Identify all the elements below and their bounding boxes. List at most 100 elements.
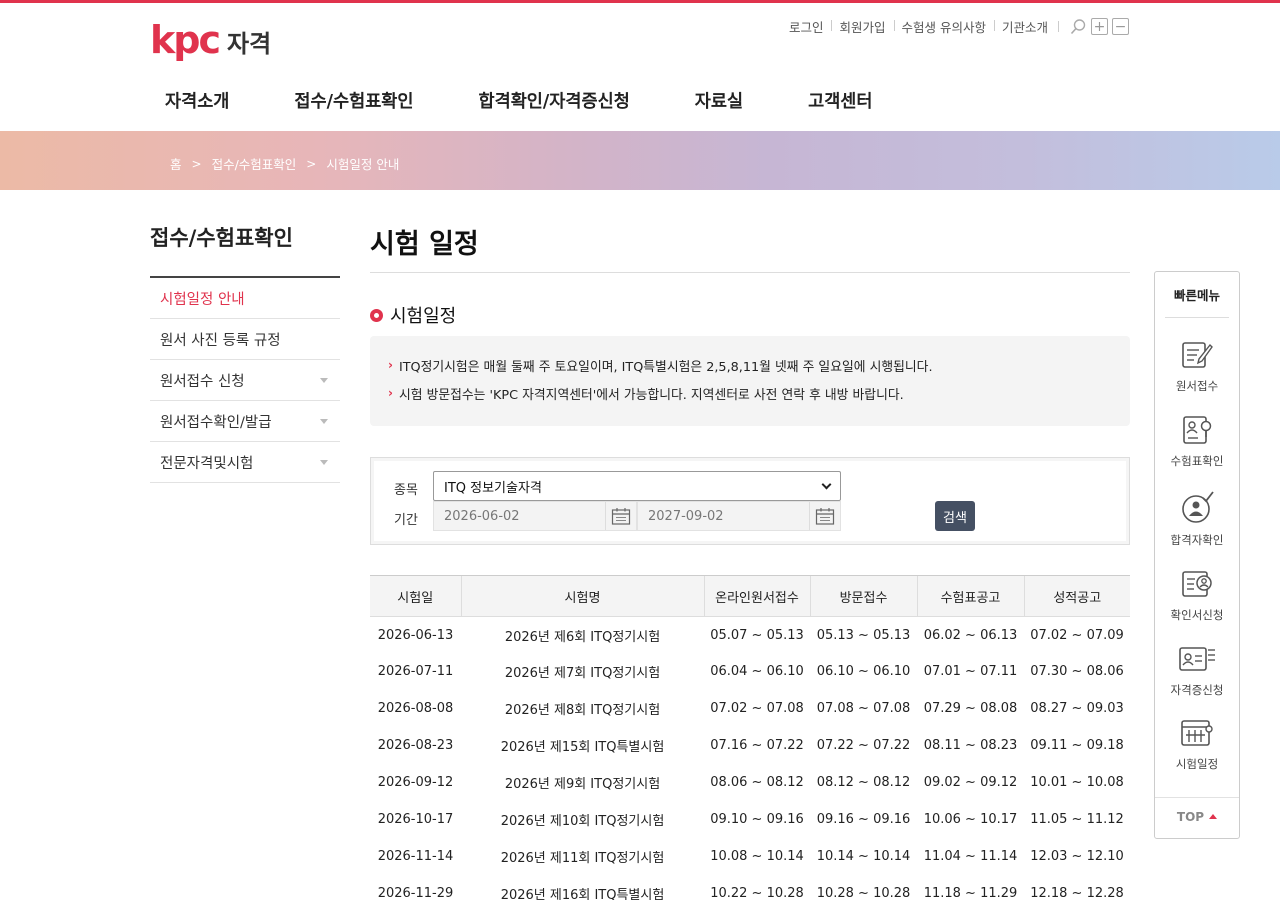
breadcrumb-level1[interactable]: 접수/수험표확인 [212,154,297,173]
sidebar-item-apply-confirm[interactable]: 원서접수확인/발급 [150,401,340,442]
schedule-grid-icon [1181,720,1213,746]
quick-item-apply[interactable]: 원서접수 [1155,340,1239,394]
caret-down-icon [320,418,328,424]
quick-menu: 빠른메뉴 원서접수 수험표확인 합격자확인 확인서신청 자격증신청 시험일정 T… [1154,271,1240,839]
breadcrumb-level2[interactable]: 시험일정 안내 [326,154,399,173]
table-cell: 06.10 ~ 06.10 [816,664,911,680]
scroll-top-button[interactable]: TOP [1155,797,1239,824]
about-link[interactable]: 기관소개 [993,17,1056,36]
table-cell: 10.14 ~ 10.14 [816,848,911,864]
notice-text: ITQ정기시험은 매월 둘째 주 토요일이며, ITQ특별시험은 2,5,8,1… [398,359,933,375]
table-cell: 11.04 ~ 11.14 [923,848,1018,864]
quick-item-certificate[interactable]: 확인서신청 [1155,569,1239,623]
quick-menu-title: 빠른메뉴 [1165,285,1229,318]
gnb-item-support[interactable]: 고객센터 [808,88,872,113]
calendar-icon[interactable] [605,502,636,530]
id-card-icon [1179,647,1215,671]
table-cell: 2026년 제9회 ITQ정기시험 [504,777,661,792]
calendar-icon[interactable] [809,502,840,530]
table-cell: 09.02 ~ 09.12 [923,775,1018,790]
sub-banner: 홈 > 접수/수험표확인 > 시험일정 안내 [0,131,1280,190]
table-row: 2026-10-17 2026년 제10회 ITQ정기시험 09.10 ~ 09.1… [370,801,1130,838]
gnb-item-apply[interactable]: 접수/수험표확인 [294,88,413,113]
logo-mark: kpc [150,18,221,62]
col-visit-apply: 방문접수 [809,575,917,617]
sidebar-item-label: 원서 사진 등록 규정 [160,332,281,349]
table-cell: 08.06 ~ 08.12 [710,775,804,790]
col-exam-name: 시험명 [460,575,704,617]
quick-item-label: 자격증신청 [1170,683,1224,697]
caret-down-icon [320,459,328,465]
quick-item-label: 원서접수 [1175,379,1219,393]
site-logo[interactable]: kpc 자격 [150,18,271,62]
exam-type-select[interactable]: ITQ 정보기술자격 [433,471,841,501]
chevron-right-icon: > [191,156,202,171]
side-nav: 시험일정 안내 원서 사진 등록 규정 원서접수 신청 원서접수확인/발급 전문… [150,276,340,483]
notice-text: 시험 방문접수는 'KPC 자격지역센터'에서 가능합니다. 지역센터로 사전 … [398,387,904,403]
notice-line: › 시험 방문접수는 'KPC 자격지역센터'에서 가능합니다. 지역센터로 사전… [388,386,1130,403]
col-score-notice: 성적공고 [1023,575,1130,617]
table-cell: 2026-09-12 [377,775,454,790]
exam-notice-link[interactable]: 수험생 유의사항 [893,17,994,36]
table-cell: 2026년 제11회 ITQ정기시험 [500,850,665,866]
quick-item-pass[interactable]: 합격자확인 [1155,490,1239,548]
gnb-item-about[interactable]: 자격소개 [165,88,229,113]
table-row: 2026-07-11 2026년 제7회 ITQ정기시험 06.04 ~ 06.10… [370,653,1130,690]
title-divider [370,272,1130,273]
table-cell: 2026년 제8회 ITQ정기시험 [504,703,661,719]
table-cell: 06.04 ~ 06.10 [710,664,804,680]
zoom-in-icon[interactable]: + [1091,18,1108,35]
table-cell: 05.07 ~ 05.13 [710,627,804,643]
sidebar-item-schedule[interactable]: 시험일정 안내 [150,278,340,319]
table-cell: 2026년 제6회 ITQ정기시험 [504,629,661,645]
quick-item-label: 시험일정 [1175,757,1219,771]
table-cell: 07.08 ~ 07.08 [816,701,911,717]
util-divider [1058,21,1059,32]
table-cell: 07.22 ~ 07.22 [816,738,911,754]
date-from-input[interactable]: 2026-06-02 [433,501,637,531]
table-row: 2026-11-14 2026년 제11회 ITQ정기시험 10.08 ~ 10.1… [370,838,1130,875]
exam-type-value: ITQ 정보기술자격 [444,480,542,496]
table-cell: 11.05 ~ 11.12 [1030,811,1124,827]
arrow-up-icon [1209,814,1218,819]
id-search-icon [1183,416,1212,444]
quick-item-license[interactable]: 자격증신청 [1155,644,1239,698]
table-cell: 11.18 ~ 11.29 [923,885,1018,900]
date-to-input[interactable]: 2027-09-02 [637,501,841,531]
col-ticket-notice: 수험표공고 [916,575,1024,617]
quick-item-schedule[interactable]: 시험일정 [1155,718,1239,772]
sidebar-item-professional[interactable]: 전문자격및시험 [150,442,340,483]
login-link[interactable]: 로그인 [781,17,832,36]
col-exam-date: 시험일 [370,575,461,617]
search-icon[interactable] [1069,18,1087,36]
sidebar-item-photo-rules[interactable]: 원서 사진 등록 규정 [150,319,340,360]
notice-box: › ITQ정기시험은 매월 둘째 주 토요일이며, ITQ특별시험은 2,5,8,… [370,336,1130,426]
table-cell: 08.12 ~ 08.12 [816,775,911,790]
chevron-right-icon: > [306,156,317,171]
join-link[interactable]: 회원가입 [831,17,893,36]
schedule-table: 시험일 시험명 온라인원서접수 방문접수 수험표공고 성적공고 2026-06-… [370,575,1130,900]
document-user-icon [1182,571,1212,597]
form-edit-icon [1182,342,1213,368]
chevron-down-icon [821,479,832,489]
table-header-row: 시험일 시험명 온라인원서접수 방문접수 수험표공고 성적공고 [370,575,1130,617]
breadcrumb-home[interactable]: 홈 [170,154,182,173]
sidebar-item-apply[interactable]: 원서접수 신청 [150,360,340,401]
top-accent-line [0,0,1280,3]
table-cell: 2026-10-17 [377,811,454,827]
type-label: 종목 [394,483,418,498]
quick-item-label: 수험표확인 [1170,454,1224,468]
gnb-item-archive[interactable]: 자료실 [695,88,743,113]
quick-item-ticket[interactable]: 수험표확인 [1155,415,1239,469]
zoom-out-icon[interactable]: − [1112,18,1129,35]
utility-nav: 로그인 회원가입 수험생 유의사항 기관소개 + − [781,17,1129,36]
section-title-text: 시험일정 [390,306,457,327]
search-form: 종목 ITQ 정보기술자격 기간 2026-06-02 2027-09-02 검… [370,457,1130,545]
table-cell: 10.01 ~ 10.08 [1030,775,1124,790]
table-cell: 2026년 제15회 ITQ특별시험 [500,740,665,756]
table-row: 2026-08-23 2026년 제15회 ITQ특별시험 07.16 ~ 07.2… [370,727,1130,764]
table-cell: 07.16 ~ 07.22 [710,738,804,754]
search-button[interactable]: 검색 [935,501,975,531]
gnb-item-result[interactable]: 합격확인/자격증신청 [479,88,630,113]
table-cell: 07.29 ~ 08.08 [923,701,1018,717]
